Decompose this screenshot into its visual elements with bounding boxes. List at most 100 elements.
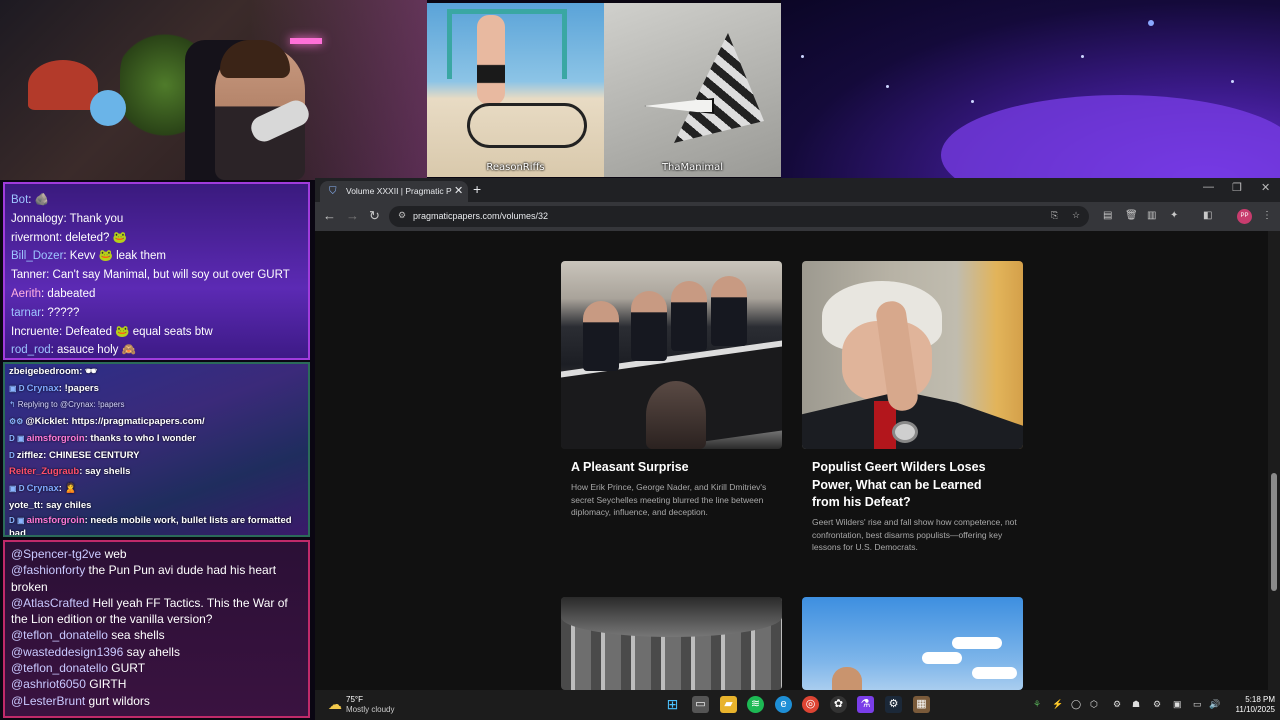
- lamp: [28, 60, 98, 110]
- chat-username[interactable]: rod_rod: [11, 344, 51, 356]
- star: [971, 100, 974, 103]
- doc-extension-icon[interactable]: ▤: [1103, 210, 1112, 221]
- chat-panel-bottom: @Spencer-tg2ve web @fashionforty the Pun …: [3, 540, 310, 718]
- close-tab-icon[interactable]: ✕: [454, 184, 463, 197]
- chat-text: : asauce holy 🙈: [50, 344, 136, 357]
- edge-icon[interactable]: e: [775, 696, 792, 713]
- puzzle-extensions-icon[interactable]: ✦: [1170, 210, 1178, 221]
- openai-icon[interactable]: ✿: [830, 696, 847, 713]
- obs-purple-icon[interactable]: ⚗: [857, 696, 874, 713]
- chat-text: : Defeated 🐸 equal seats btw: [58, 325, 213, 338]
- task-view-icon[interactable]: ▭: [692, 696, 709, 713]
- reload-icon[interactable]: ↻: [369, 208, 380, 224]
- viewer-clip-1: ReasonRiffs: [427, 3, 604, 177]
- forward-arrow-icon[interactable]: →: [346, 208, 359, 223]
- image-app-icon[interactable]: ▦: [913, 696, 930, 713]
- scrollbar-thumb[interactable]: [1271, 473, 1277, 591]
- chat-username[interactable]: @ashriot6050: [11, 677, 86, 691]
- clip2-label: ThaManimal: [661, 162, 724, 173]
- chat-username[interactable]: @fashionforty: [11, 563, 85, 577]
- article-image-4[interactable]: [802, 597, 1023, 690]
- bookmark-star-icon[interactable]: ☆: [1072, 210, 1080, 221]
- tab-active[interactable]: ⛉ Volume XXXII | Pragmatic Papers ✕: [320, 181, 468, 202]
- url-text[interactable]: pragmaticpapers.com/volumes/32: [413, 211, 548, 221]
- volume-icon[interactable]: 🔊: [1209, 699, 1220, 710]
- chat-message: zbeigebedroom: 🕶: [9, 364, 304, 381]
- chat-username[interactable]: Bot: [11, 194, 28, 206]
- file-explorer-icon[interactable]: ▰: [720, 696, 737, 713]
- tray-icon[interactable]: ▣: [1173, 699, 1182, 710]
- weather-desc[interactable]: Mostly cloudy: [346, 705, 394, 714]
- chat-message: Reiter_Zugraub: say shells: [9, 464, 304, 481]
- chat-username[interactable]: @teflon_donatello: [11, 661, 108, 675]
- trash-extension-icon[interactable]: 🗑: [1125, 210, 1138, 221]
- chat-username[interactable]: Jonnalogy: [11, 213, 63, 225]
- article-image-1[interactable]: [561, 261, 782, 449]
- chat-username[interactable]: @Spencer-tg2ve: [11, 547, 101, 561]
- chat-username[interactable]: zbeigebedroom: [9, 366, 79, 377]
- chat-username[interactable]: Aerith: [11, 288, 41, 300]
- article-title-1[interactable]: A Pleasant Surprise: [571, 459, 771, 477]
- chat-badge-icon: D ▣: [9, 433, 25, 443]
- chat-message: @LesterBrunt gurt wildors: [11, 693, 302, 709]
- chrome-icon[interactable]: ◎: [802, 696, 819, 713]
- sidebar-icon[interactable]: ◧: [1203, 210, 1212, 221]
- chat-username[interactable]: tarnar: [11, 307, 41, 319]
- tray-gear-icon[interactable]: ⚙: [1153, 699, 1161, 710]
- chat-username[interactable]: Reiter_Zugraub: [9, 466, 79, 477]
- tray-icon[interactable]: ⚘: [1033, 699, 1041, 710]
- clock-time[interactable]: 5:18 PM: [1239, 695, 1275, 704]
- profile-avatar[interactable]: PP: [1237, 209, 1252, 224]
- steam-tray-icon[interactable]: ⚙: [1113, 699, 1121, 710]
- back-arrow-icon[interactable]: ←: [323, 208, 336, 223]
- chat-panel-top: Bot: 🪨 Jonnalogy: Thank you rivermont: del…: [3, 182, 310, 360]
- chat-text: : !papers: [58, 382, 99, 394]
- chat-text: : ?????: [41, 306, 80, 319]
- taskbar: ☁ 75°F Mostly cloudy ⊞ ▭ ▰ ≋ e ◎ ✿ ⚗ ⚙ ▦…: [315, 690, 1280, 720]
- weather-cloud-icon[interactable]: ☁: [328, 696, 342, 713]
- install-app-icon[interactable]: ⎘: [1051, 210, 1058, 221]
- tray-icon[interactable]: ☗: [1132, 699, 1140, 710]
- chat-username[interactable]: Crynax: [27, 483, 59, 494]
- clock-date[interactable]: 11/10/2025: [1225, 705, 1275, 714]
- steam-icon[interactable]: ⚙: [885, 696, 902, 713]
- meeting-person: [631, 291, 667, 361]
- scrollbar[interactable]: [1268, 231, 1280, 690]
- article-title-2[interactable]: Populist Geert Wilders Loses Power, What…: [812, 459, 1012, 512]
- chat-message: D ▣ aimsforgroin: thanks to who I wonder: [9, 431, 304, 448]
- menu-kebab-icon[interactable]: ⋮: [1262, 210, 1272, 221]
- article-image-3[interactable]: [561, 597, 782, 690]
- chat-username[interactable]: @wasteddesign1396: [11, 645, 123, 659]
- chat-username[interactable]: aimsforgroin: [27, 433, 85, 444]
- minimize-icon[interactable]: —: [1203, 181, 1214, 193]
- chat-username[interactable]: zifflez: [17, 450, 43, 461]
- chat-username[interactable]: Crynax: [27, 383, 59, 394]
- page-content: A Pleasant Surprise How Erik Prince, Geo…: [315, 231, 1280, 690]
- monitor-icon[interactable]: ▭: [1193, 699, 1202, 710]
- chat-message: yote_tt: say chiles: [9, 498, 304, 515]
- chat-username[interactable]: @teflon_donatello: [11, 628, 108, 642]
- tray-icon[interactable]: ⬡: [1090, 699, 1098, 710]
- new-tab-button[interactable]: +: [473, 181, 481, 197]
- address-bar[interactable]: ⚙ pragmaticpapers.com/volumes/32 ⎘ ☆: [389, 206, 1089, 227]
- close-window-icon[interactable]: ✕: [1261, 181, 1270, 194]
- chat-username[interactable]: aimsforgroin: [27, 515, 85, 526]
- site-info-icon[interactable]: ⚙: [398, 210, 406, 221]
- chat-username[interactable]: rivermont: [11, 232, 59, 244]
- spotify-icon[interactable]: ≋: [747, 696, 764, 713]
- chat-username[interactable]: @Kicklet: [25, 416, 65, 427]
- tray-bolt-icon[interactable]: ⚡: [1052, 699, 1063, 710]
- chat-message: Jonnalogy: Thank you: [11, 210, 302, 229]
- chat-username[interactable]: yote_tt: [9, 500, 40, 511]
- chat-username[interactable]: Incruente: [11, 326, 59, 338]
- windows-start-icon[interactable]: ⊞: [664, 696, 681, 713]
- tray-circle-icon[interactable]: ◯: [1071, 699, 1081, 710]
- chat-username[interactable]: Bill_Dozer: [11, 250, 63, 262]
- chat-username[interactable]: @AtlasCrafted: [11, 596, 89, 610]
- weather-temp[interactable]: 75°F: [346, 695, 363, 704]
- restore-icon[interactable]: ❐: [1232, 181, 1242, 194]
- extension-icon[interactable]: ▥: [1147, 210, 1156, 221]
- chat-username[interactable]: @LesterBrunt: [11, 694, 85, 708]
- article-image-2[interactable]: [802, 261, 1023, 449]
- chat-username[interactable]: Tanner: [11, 269, 46, 281]
